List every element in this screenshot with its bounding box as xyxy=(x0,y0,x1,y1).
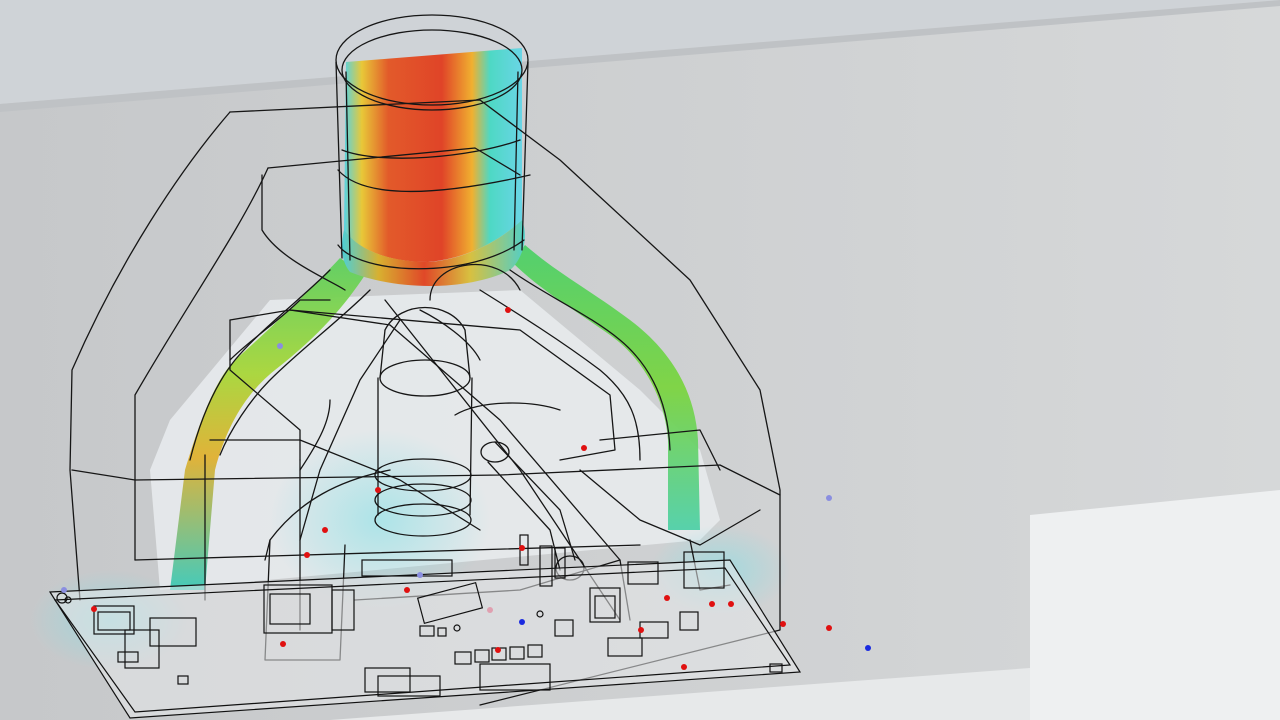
particle-red xyxy=(495,647,501,653)
particle-red xyxy=(709,601,715,607)
particle-blue xyxy=(865,645,871,651)
flow-duct-top xyxy=(344,48,522,262)
cfd-scene xyxy=(0,0,1280,720)
particle-blue xyxy=(519,619,525,625)
particle-red xyxy=(664,595,670,601)
particle-lavender xyxy=(417,572,423,578)
particle-red xyxy=(519,545,525,551)
particle-red xyxy=(304,552,310,558)
particle-red xyxy=(91,606,97,612)
particle-red xyxy=(826,625,832,631)
particle-red xyxy=(638,627,644,633)
particle-red xyxy=(780,621,786,627)
floor-plane xyxy=(1030,490,1280,720)
particle-red xyxy=(280,641,286,647)
particle-red xyxy=(505,307,511,313)
particle-lavender xyxy=(277,343,283,349)
particle-red xyxy=(581,445,587,451)
particle-pink xyxy=(487,607,493,613)
particle-red xyxy=(681,664,687,670)
particle-lavender xyxy=(61,587,67,593)
particle-lavender xyxy=(826,495,832,501)
particle-red xyxy=(322,527,328,533)
particle-red xyxy=(375,487,381,493)
particle-red xyxy=(404,587,410,593)
simulation-viewport[interactable] xyxy=(0,0,1280,720)
particle-red xyxy=(728,601,734,607)
